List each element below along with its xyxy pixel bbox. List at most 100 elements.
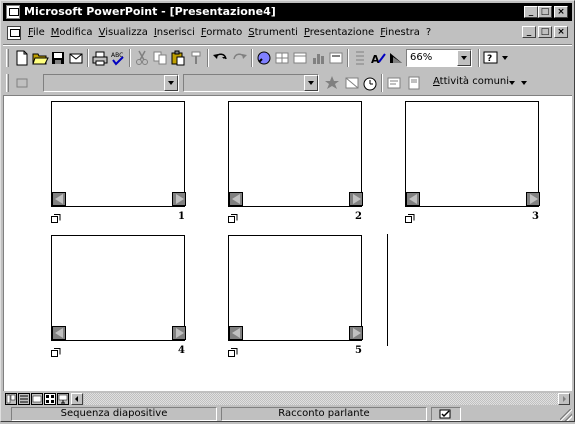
insert-chart-icon[interactable]: [309, 49, 327, 67]
slide-sorter-area[interactable]: 1 2 3 4 5: [3, 95, 572, 391]
expand-icon[interactable]: [351, 49, 369, 67]
slide-view-icon[interactable]: [31, 393, 43, 405]
show-formatting-icon[interactable]: A: [369, 49, 387, 67]
maximize-button[interactable]: □: [538, 6, 552, 18]
transition-icon[interactable]: [51, 348, 61, 357]
view-scroll-strip: [3, 392, 572, 406]
slide-show-icon[interactable]: [57, 393, 69, 405]
help-icon[interactable]: ?: [482, 49, 500, 67]
menu-inserisci[interactable]: Inserisci: [151, 23, 198, 43]
slide-frame[interactable]: [405, 101, 539, 207]
slide-frame[interactable]: [228, 235, 362, 341]
menu-finestra[interactable]: Finestra: [377, 23, 423, 43]
grayscale-icon[interactable]: [387, 49, 405, 67]
common-tasks-chevron-icon[interactable]: [509, 81, 515, 85]
slide-number: 4: [178, 345, 185, 356]
chevron-down-icon[interactable]: [164, 75, 178, 91]
menu-file[interactable]: File: [25, 23, 48, 43]
document-control-icon[interactable]: [7, 26, 21, 40]
menu-strumenti[interactable]: Strumenti: [245, 23, 301, 43]
format-painter-icon[interactable]: [187, 49, 205, 67]
chevron-down-icon[interactable]: [304, 75, 318, 91]
slide-frame[interactable]: [51, 235, 185, 341]
save-icon[interactable]: [49, 49, 67, 67]
size-grip[interactable]: [560, 409, 572, 421]
status-design-name: Racconto parlante: [221, 407, 427, 421]
hyperlink-icon[interactable]: [255, 49, 273, 67]
normal-view-icon[interactable]: [5, 393, 17, 405]
window-title: Microsoft PowerPoint - [Presentazione4]: [24, 5, 276, 18]
status-view-name: Sequenza diapositive: [11, 407, 217, 421]
menu-modifica[interactable]: Modifica: [48, 23, 96, 43]
insert-table-icon[interactable]: [291, 49, 309, 67]
menu-presentazione[interactable]: Presentazione: [301, 23, 377, 43]
close-button[interactable]: ×: [554, 6, 568, 18]
new-icon[interactable]: [13, 49, 31, 67]
transition-icon[interactable]: [228, 214, 238, 223]
previous-button-icon: [406, 192, 420, 206]
slide-thumbnail[interactable]: 2: [228, 101, 364, 231]
speaker-notes-icon[interactable]: [405, 74, 423, 92]
slide-thumbnail[interactable]: 1: [51, 101, 187, 231]
scroll-left-button[interactable]: [71, 393, 83, 405]
transition-icon[interactable]: [228, 348, 238, 357]
doc-restore-button[interactable]: □: [538, 26, 552, 38]
minimize-button[interactable]: _: [524, 6, 538, 18]
standard-toolbar: ABC A 66% ?: [3, 46, 572, 70]
print-icon[interactable]: [91, 49, 109, 67]
redo-icon[interactable]: [231, 49, 249, 67]
cut-icon[interactable]: [133, 49, 151, 67]
copy-icon[interactable]: [151, 49, 169, 67]
slide-frame[interactable]: [228, 101, 362, 207]
title-bar[interactable]: Microsoft PowerPoint - [Presentazione4] …: [3, 3, 572, 21]
horizontal-scrollbar-track[interactable]: [84, 393, 558, 405]
chevron-down-icon[interactable]: [457, 50, 471, 66]
spelling-icon[interactable]: ABC: [109, 49, 127, 67]
slide-frame[interactable]: [51, 101, 185, 207]
rehearse-timings-icon[interactable]: [361, 74, 379, 92]
menu-visualizza[interactable]: Visualizza: [96, 23, 151, 43]
powerpoint-app-icon[interactable]: [6, 5, 20, 19]
toolbar-grip[interactable]: [6, 49, 9, 67]
previous-button-icon: [52, 192, 66, 206]
animation-effects-icon[interactable]: [323, 74, 341, 92]
new-slide-icon[interactable]: [327, 49, 345, 67]
svg-text:?: ?: [487, 54, 492, 64]
menu-bar: File Modifica Visualizza Inserisci Forma…: [3, 23, 572, 43]
open-icon[interactable]: [31, 49, 49, 67]
doc-close-button[interactable]: ×: [554, 26, 568, 38]
slide-summary-icon[interactable]: [13, 74, 31, 92]
slide-sorter-view-icon[interactable]: [44, 393, 56, 405]
email-icon[interactable]: [67, 49, 85, 67]
slide-thumbnail[interactable]: 4: [51, 235, 187, 365]
doc-minimize-button[interactable]: _: [522, 26, 536, 38]
paste-icon[interactable]: [169, 49, 187, 67]
common-tasks-label[interactable]: Attività comuni: [433, 76, 509, 87]
tables-borders-icon[interactable]: [273, 49, 291, 67]
slide-transition-effects-combo[interactable]: [43, 74, 179, 92]
transition-icon[interactable]: [405, 214, 415, 223]
previous-button-icon: [229, 326, 243, 340]
toolbar-divider: [207, 49, 209, 67]
slide-number: 3: [532, 211, 539, 222]
zoom-combo[interactable]: 66%: [406, 49, 472, 67]
insertion-point: [387, 234, 388, 346]
slide-number: 1: [178, 211, 185, 222]
preset-animation-combo[interactable]: [183, 74, 319, 92]
scroll-right-button[interactable]: [558, 393, 570, 405]
slide-thumbnail[interactable]: 5: [228, 235, 364, 365]
undo-icon[interactable]: [211, 49, 229, 67]
toolbar-options-chevron-icon[interactable]: [502, 56, 508, 60]
outline-view-icon[interactable]: [18, 393, 30, 405]
spelling-status-icon: [439, 409, 451, 419]
hide-slide-icon[interactable]: [343, 74, 361, 92]
menu-help[interactable]: ?: [423, 23, 434, 43]
transition-icon[interactable]: [51, 214, 61, 223]
summary-slide-icon[interactable]: [385, 74, 403, 92]
menu-formato[interactable]: Formato: [198, 23, 245, 43]
toolbar-grip[interactable]: [6, 74, 9, 92]
slide-thumbnail[interactable]: 3: [405, 101, 541, 231]
status-bar: Sequenza diapositive Racconto parlante: [3, 407, 572, 421]
toolbar-options-chevron-icon[interactable]: [521, 81, 527, 85]
status-spelling-panel[interactable]: [431, 407, 461, 421]
